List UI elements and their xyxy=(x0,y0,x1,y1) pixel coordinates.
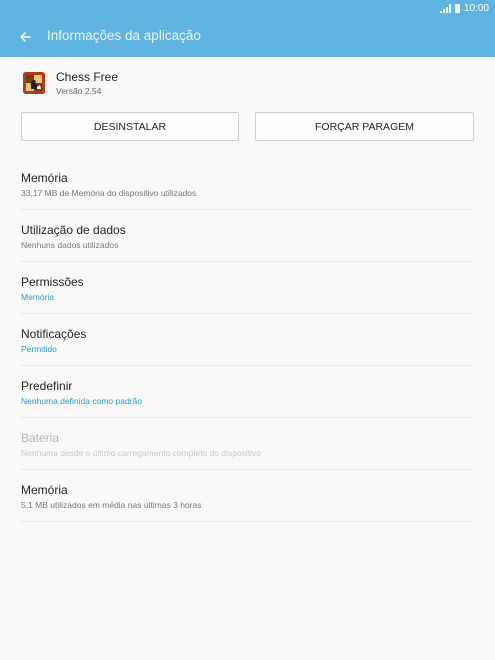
item-title: Predefinir xyxy=(21,379,73,393)
list-item-battery: Bateria Nenhuma desde o último carregame… xyxy=(21,418,474,470)
status-bar: 10:00 xyxy=(0,0,495,17)
list-item-notifications[interactable]: Notificações Permitido xyxy=(21,314,474,366)
item-title: Permissões xyxy=(21,275,84,289)
item-title: Utilização de dados xyxy=(21,223,126,237)
signal-icon xyxy=(439,4,451,13)
item-subtitle: 5,1 MB utilizados em média nas últimas 3… xyxy=(21,500,202,510)
item-subtitle: Nenhuma definida como padrão xyxy=(21,396,142,406)
item-title: Memória xyxy=(21,483,68,497)
app-version: Versão 2.54 xyxy=(56,86,102,96)
settings-list: Memória 33,17 MB de Memória do dispositi… xyxy=(21,158,474,522)
page-title: Informações da aplicação xyxy=(47,28,201,43)
status-time: 10:00 xyxy=(463,3,489,14)
item-title: Notificações xyxy=(21,327,87,341)
app-name: Chess Free xyxy=(56,70,119,84)
item-subtitle: Nenhuma desde o último carregamento comp… xyxy=(21,448,262,458)
battery-icon xyxy=(454,4,460,13)
list-item-memory[interactable]: Memória 5,1 MB utilizados em média nas ú… xyxy=(21,470,474,522)
item-subtitle: Nenhuns dados utilizados xyxy=(21,240,119,250)
force-stop-button[interactable]: FORÇAR PARAGEM xyxy=(255,112,474,141)
app-bar: Informações da aplicação xyxy=(0,17,495,57)
item-subtitle: Permitido xyxy=(21,344,57,354)
item-title: Bateria xyxy=(21,431,60,445)
back-button[interactable] xyxy=(15,27,35,47)
item-title: Memória xyxy=(21,171,68,185)
status-icons: 10:00 xyxy=(439,2,489,15)
list-item-data-usage[interactable]: Utilização de dados Nenhuns dados utiliz… xyxy=(21,210,474,262)
item-subtitle: 33,17 MB de Memória do dispositivo utili… xyxy=(21,188,197,198)
arrow-back-icon xyxy=(20,32,31,42)
list-item-defaults[interactable]: Predefinir Nenhuma definida como padrão xyxy=(21,366,474,418)
list-item-permissions[interactable]: Permissões Memória xyxy=(21,262,474,314)
uninstall-button[interactable]: DESINSTALAR xyxy=(21,112,239,141)
list-item-storage[interactable]: Memória 33,17 MB de Memória do dispositi… xyxy=(21,158,474,210)
app-header: Chess Free Versão 2.54 xyxy=(21,70,321,100)
item-subtitle: Memória xyxy=(21,292,55,302)
chess-app-icon xyxy=(23,72,45,94)
